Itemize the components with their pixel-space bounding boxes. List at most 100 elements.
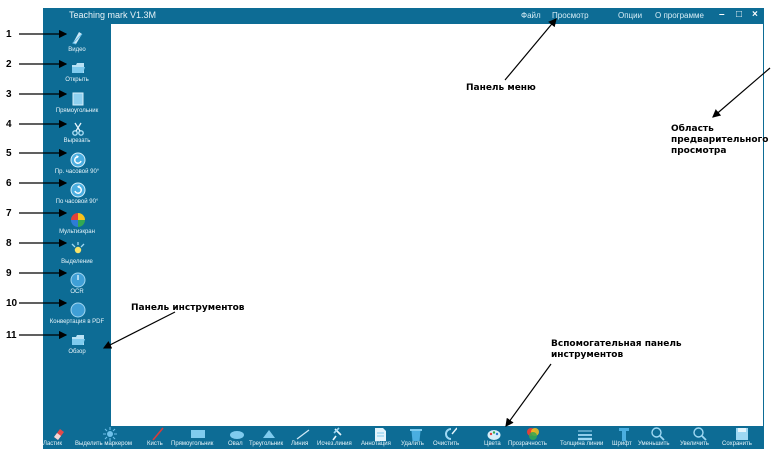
tool-label: Толщина линии: [560, 441, 604, 447]
brush-icon: [152, 427, 164, 441]
menu-about[interactable]: О программе: [655, 11, 704, 20]
tool-font[interactable]: Шрифт: [612, 426, 636, 449]
tool-label: Ластик: [43, 441, 62, 447]
fading-line-icon: [332, 427, 342, 441]
callout-number: 11: [6, 330, 17, 341]
rotate-cw-icon: [70, 182, 86, 198]
tool-label: Треугольник: [249, 441, 284, 447]
tool-label: Кисть: [147, 441, 163, 447]
triangle-icon: [263, 430, 275, 438]
pdf-icon: [70, 302, 86, 318]
sidebar-item-label: Прямоугольник: [55, 108, 99, 114]
tool-label: Прямоугольник: [171, 441, 214, 447]
palette-icon: [487, 430, 501, 440]
sidebar-item-video[interactable]: Видео: [43, 30, 111, 60]
sidebar-item-label: Обзор: [68, 349, 86, 355]
oval-icon: [230, 431, 244, 439]
minimize-button[interactable]: –: [719, 9, 725, 20]
rectangle-icon: [191, 430, 205, 438]
rotate-ccw-icon: [70, 152, 86, 168]
tool-save[interactable]: Сохранить: [722, 426, 762, 449]
multiscreen-icon: [71, 213, 85, 227]
tool-marker[interactable]: Выделить маркером: [75, 426, 145, 449]
sidebar-item-rectangle[interactable]: Прямоугольник: [43, 91, 111, 121]
clear-icon: [445, 427, 457, 440]
tool-zoom-out[interactable]: Уменьшить: [638, 426, 678, 449]
tool-label: Увеличить: [680, 441, 709, 447]
tool-triangle[interactable]: Треугольник: [249, 426, 289, 449]
tool-label: Выделить маркером: [75, 441, 132, 447]
highlight-icon: [71, 242, 85, 254]
sidebar-item-browse[interactable]: Обзор: [43, 332, 111, 362]
sidebar-item-cut[interactable]: Вырезать: [43, 121, 111, 151]
tool-eraser[interactable]: Ластик: [43, 426, 73, 449]
sidebar-item-multiscreen[interactable]: Мультиэкран: [43, 212, 111, 242]
tool-annotation[interactable]: Аннотация: [361, 426, 399, 449]
callout-number: 7: [6, 208, 12, 219]
tool-oval[interactable]: Овал: [227, 426, 247, 449]
callout-number: 4: [6, 119, 12, 130]
menu-options[interactable]: Опции: [618, 11, 642, 20]
line-width-icon: [578, 430, 592, 441]
video-icon: [72, 32, 83, 45]
sidebar-item-rotate-cw[interactable]: По часовой 90°: [43, 182, 111, 212]
preview-area[interactable]: [111, 24, 763, 426]
menu-view[interactable]: Просмотр: [552, 11, 589, 20]
tool-transparency[interactable]: Прозрачность: [508, 426, 558, 449]
tool-delete[interactable]: Удалить: [401, 426, 431, 449]
tool-label: Сохранить: [722, 441, 752, 447]
tool-clear[interactable]: Очистить: [433, 426, 467, 449]
tool-label: Аннотация: [361, 441, 391, 447]
menu-file[interactable]: Файл: [521, 11, 541, 20]
tool-fading-line[interactable]: Исчез.линия: [317, 426, 359, 449]
callout-preview-area: Область предварительного просмотра: [671, 124, 769, 156]
line-icon: [296, 429, 310, 440]
eraser-icon: [54, 429, 64, 440]
tool-label: Исчез.линия: [317, 441, 352, 447]
tool-label: Цвета: [484, 441, 501, 447]
sidebar-item-ocr[interactable]: OCR: [43, 272, 111, 302]
zoom-out-icon: [651, 427, 665, 441]
browse-icon: [72, 335, 85, 345]
transparency-icon: [527, 428, 539, 440]
ocr-icon: [70, 272, 86, 288]
app-title: Teaching mark V1.3M: [69, 10, 157, 20]
sidebar-item-rotate-ccw[interactable]: Пр. часовой 90°: [43, 152, 111, 182]
sidebar-item-label: Видео: [68, 47, 86, 53]
auxiliary-toolbar: Ластик Выделить маркером Кисть Прямоугол…: [43, 426, 764, 449]
font-icon: [619, 428, 629, 441]
sidebar-item-pdf[interactable]: Конвертация в PDF: [43, 302, 111, 332]
callout-number: 8: [6, 238, 12, 249]
tool-line[interactable]: Линия: [291, 426, 315, 449]
tool-label: Удалить: [401, 441, 424, 447]
trash-icon: [410, 429, 422, 441]
sidebar-item-open[interactable]: Открыть: [43, 60, 111, 90]
sidebar-item-label: Вырезать: [63, 138, 91, 144]
marker-icon: [103, 427, 117, 441]
tool-rectangle[interactable]: Прямоугольник: [171, 426, 225, 449]
callout-number: 1: [6, 29, 12, 40]
sidebar-item-label: Открыть: [65, 77, 89, 83]
tool-label: Прозрачность: [508, 441, 547, 447]
callout-aux-panel: Вспомогательная панель инструментов: [551, 339, 682, 360]
tool-label: Очистить: [433, 441, 460, 447]
tool-label: Овал: [228, 441, 243, 447]
save-icon: [736, 428, 748, 440]
close-button[interactable]: ×: [752, 9, 758, 20]
maximize-button[interactable]: □: [736, 9, 742, 20]
tool-brush[interactable]: Кисть: [147, 426, 169, 449]
callout-number: 2: [6, 59, 12, 70]
callout-number: 6: [6, 178, 12, 189]
tool-line-width[interactable]: Толщина линии: [560, 426, 610, 449]
sidebar-item-highlight[interactable]: Выделение: [43, 242, 111, 272]
callout-number: 10: [6, 298, 18, 309]
callout-tools-panel: Панель инструментов: [131, 303, 245, 313]
callout-number: 5: [6, 148, 12, 159]
tool-label: Шрифт: [612, 441, 632, 447]
sidebar-item-label: Конвертация в PDF: [49, 319, 105, 325]
tool-colors[interactable]: Цвета: [483, 426, 505, 449]
annotation-icon: [375, 428, 386, 441]
sidebar-item-label: По часовой 90°: [55, 199, 99, 205]
sidebar-item-label: Пр. часовой 90°: [54, 169, 100, 175]
tool-zoom-in[interactable]: Увеличить: [680, 426, 720, 449]
